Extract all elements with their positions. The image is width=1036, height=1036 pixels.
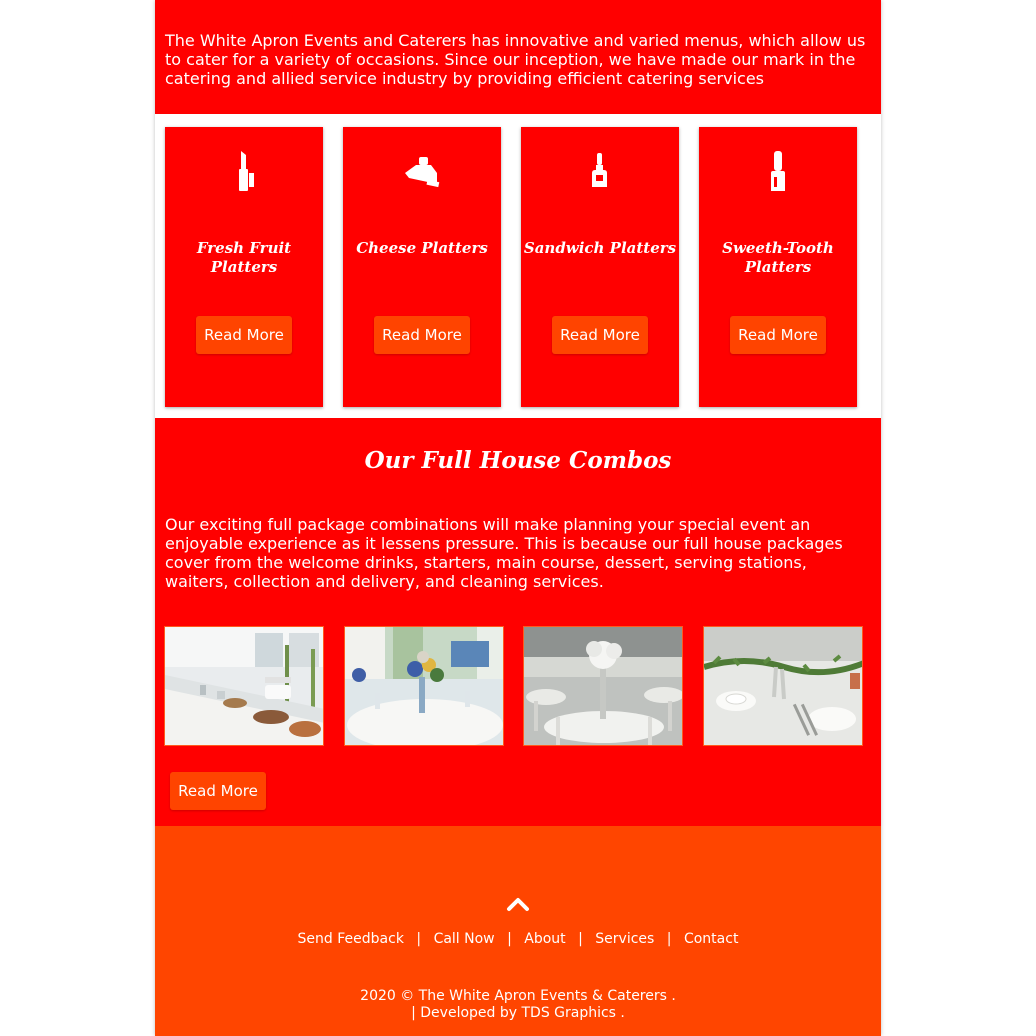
- card-sandwich: Sandwich Platters Read More: [521, 127, 679, 407]
- copyright-text: 2020 © The White Apron Events & Caterers…: [360, 988, 676, 1004]
- nav-call-now[interactable]: Call Now: [434, 931, 495, 947]
- read-more-button[interactable]: Read More: [196, 316, 292, 354]
- platters-section: Fresh Fruit Platters Read More Cheese Pl…: [155, 114, 881, 418]
- nav-separator: |: [578, 931, 583, 947]
- card-cheese: Cheese Platters Read More: [343, 127, 501, 407]
- card-title: Fresh Fruit Platters: [196, 239, 292, 276]
- card-sweet-tooth: Sweeth-Tooth Platters Read More: [699, 127, 857, 407]
- buffet-table-photo[interactable]: [164, 626, 324, 746]
- card-title: Sandwich Platters: [523, 239, 677, 257]
- read-more-button[interactable]: Read More: [552, 316, 648, 354]
- read-more-button[interactable]: Read More: [730, 316, 826, 354]
- footer-nav: Send Feedback | Call Now | About | Servi…: [155, 930, 881, 948]
- intro-text: The White Apron Events and Caterers has …: [165, 31, 866, 88]
- nav-services[interactable]: Services: [595, 931, 654, 947]
- table-setting-greenery-photo[interactable]: [703, 626, 863, 746]
- card-fresh-fruit: Fresh Fruit Platters Read More: [165, 127, 323, 407]
- card-title: Cheese Platters: [356, 239, 488, 257]
- intro-section: The White Apron Events and Caterers has …: [155, 0, 881, 114]
- nav-send-feedback[interactable]: Send Feedback: [298, 931, 404, 947]
- wedding-hall-tables-photo[interactable]: [523, 626, 683, 746]
- combos-section: Our Full House Combos Our exciting full …: [155, 418, 881, 826]
- card-title: Sweeth-Tooth Platters: [722, 239, 834, 276]
- nav-separator: |: [507, 931, 512, 947]
- copyright-block: 2020 © The White Apron Events & Caterers…: [155, 988, 881, 1022]
- combos-text: Our exciting full package combinations w…: [165, 515, 843, 591]
- combos-read-more-button[interactable]: Read More: [170, 772, 266, 810]
- nail-polish-icon: [771, 151, 785, 191]
- chevron-up-icon[interactable]: [506, 892, 530, 914]
- lipstick-icon: [239, 151, 254, 191]
- round-table-flowers-photo[interactable]: [344, 626, 504, 746]
- combos-heading: Our Full House Combos: [364, 447, 672, 474]
- nav-about[interactable]: About: [524, 931, 565, 947]
- cream-tube-icon: [405, 157, 440, 188]
- developer-credit: | Developed by TDS Graphics .: [411, 1005, 625, 1021]
- page: The White Apron Events and Caterers has …: [155, 0, 881, 1036]
- footer: Send Feedback | Call Now | About | Servi…: [155, 826, 881, 1036]
- perfume-bottle-icon: [592, 153, 607, 187]
- read-more-button[interactable]: Read More: [374, 316, 470, 354]
- nav-separator: |: [666, 931, 672, 947]
- nav-separator: |: [416, 931, 422, 947]
- nav-contact[interactable]: Contact: [684, 931, 738, 947]
